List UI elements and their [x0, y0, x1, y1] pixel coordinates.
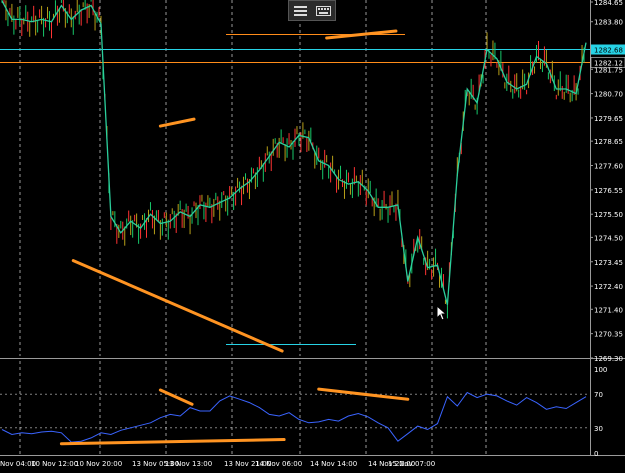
- price-tick-label: 1284.65: [594, 0, 623, 7]
- price-tick-label: 1274.50: [594, 234, 623, 242]
- chart-window[interactable]: 1284.65 1283.80 1281.75 1280.70 1279.65 1278.…: [0, 0, 625, 469]
- price-tick-label: 1280.70: [594, 91, 623, 99]
- keyboard-icon[interactable]: [315, 3, 333, 18]
- price-tick-label: 1270.35: [594, 331, 623, 339]
- price-tick-label: 1279.65: [594, 115, 623, 123]
- price-tick-label: 1283.80: [594, 19, 623, 27]
- level-price-label: 1282.12: [594, 60, 623, 68]
- trendline-price-mid[interactable]: [158, 117, 196, 128]
- indicator-tick-label: 30: [594, 425, 603, 433]
- indicator-tick-label: 70: [594, 391, 603, 399]
- indicator-line: [1, 391, 587, 443]
- price-tick-label: 1271.40: [594, 306, 623, 314]
- time-tick-label: 13 Nov 13:00: [165, 460, 212, 468]
- price-tick-label: 1269.30: [594, 355, 623, 363]
- price-tick-label: 1276.55: [594, 187, 623, 195]
- price-line: [1, 0, 587, 305]
- price-tick-label: 1277.60: [594, 163, 623, 171]
- time-tick-label: 14 Nov 06:00: [255, 460, 302, 468]
- current-price-label: 1282.68: [594, 47, 623, 55]
- price-tick-label: 1272.40: [594, 283, 623, 291]
- trendline-indicator-low[interactable]: [59, 438, 286, 446]
- price-tick-label: 1275.50: [594, 211, 623, 219]
- trendline-price-low[interactable]: [71, 259, 284, 353]
- menu-lines-icon[interactable]: [292, 3, 310, 18]
- chart-toolbar: [288, 0, 336, 21]
- trendline-indicator-high[interactable]: [317, 387, 410, 401]
- indicator-tick-label: 0: [594, 450, 598, 458]
- time-tick-label: 10 Nov 12:00: [31, 460, 78, 468]
- price-tick-label: 1278.65: [594, 138, 623, 146]
- trendline-indicator-mid[interactable]: [158, 388, 194, 406]
- mouse-cursor-icon: [436, 305, 446, 321]
- time-tick-label: 10 Nov 20:00: [75, 460, 122, 468]
- indicator-tick-label: 100: [594, 366, 607, 374]
- time-tick-label: 15 Nov 07:00: [388, 460, 435, 468]
- price-chart[interactable]: 1284.651283.801281.751280.701279.651278.…: [0, 0, 625, 469]
- price-tick-label: 1273.45: [594, 259, 623, 267]
- time-tick-label: 14 Nov 14:00: [310, 460, 357, 468]
